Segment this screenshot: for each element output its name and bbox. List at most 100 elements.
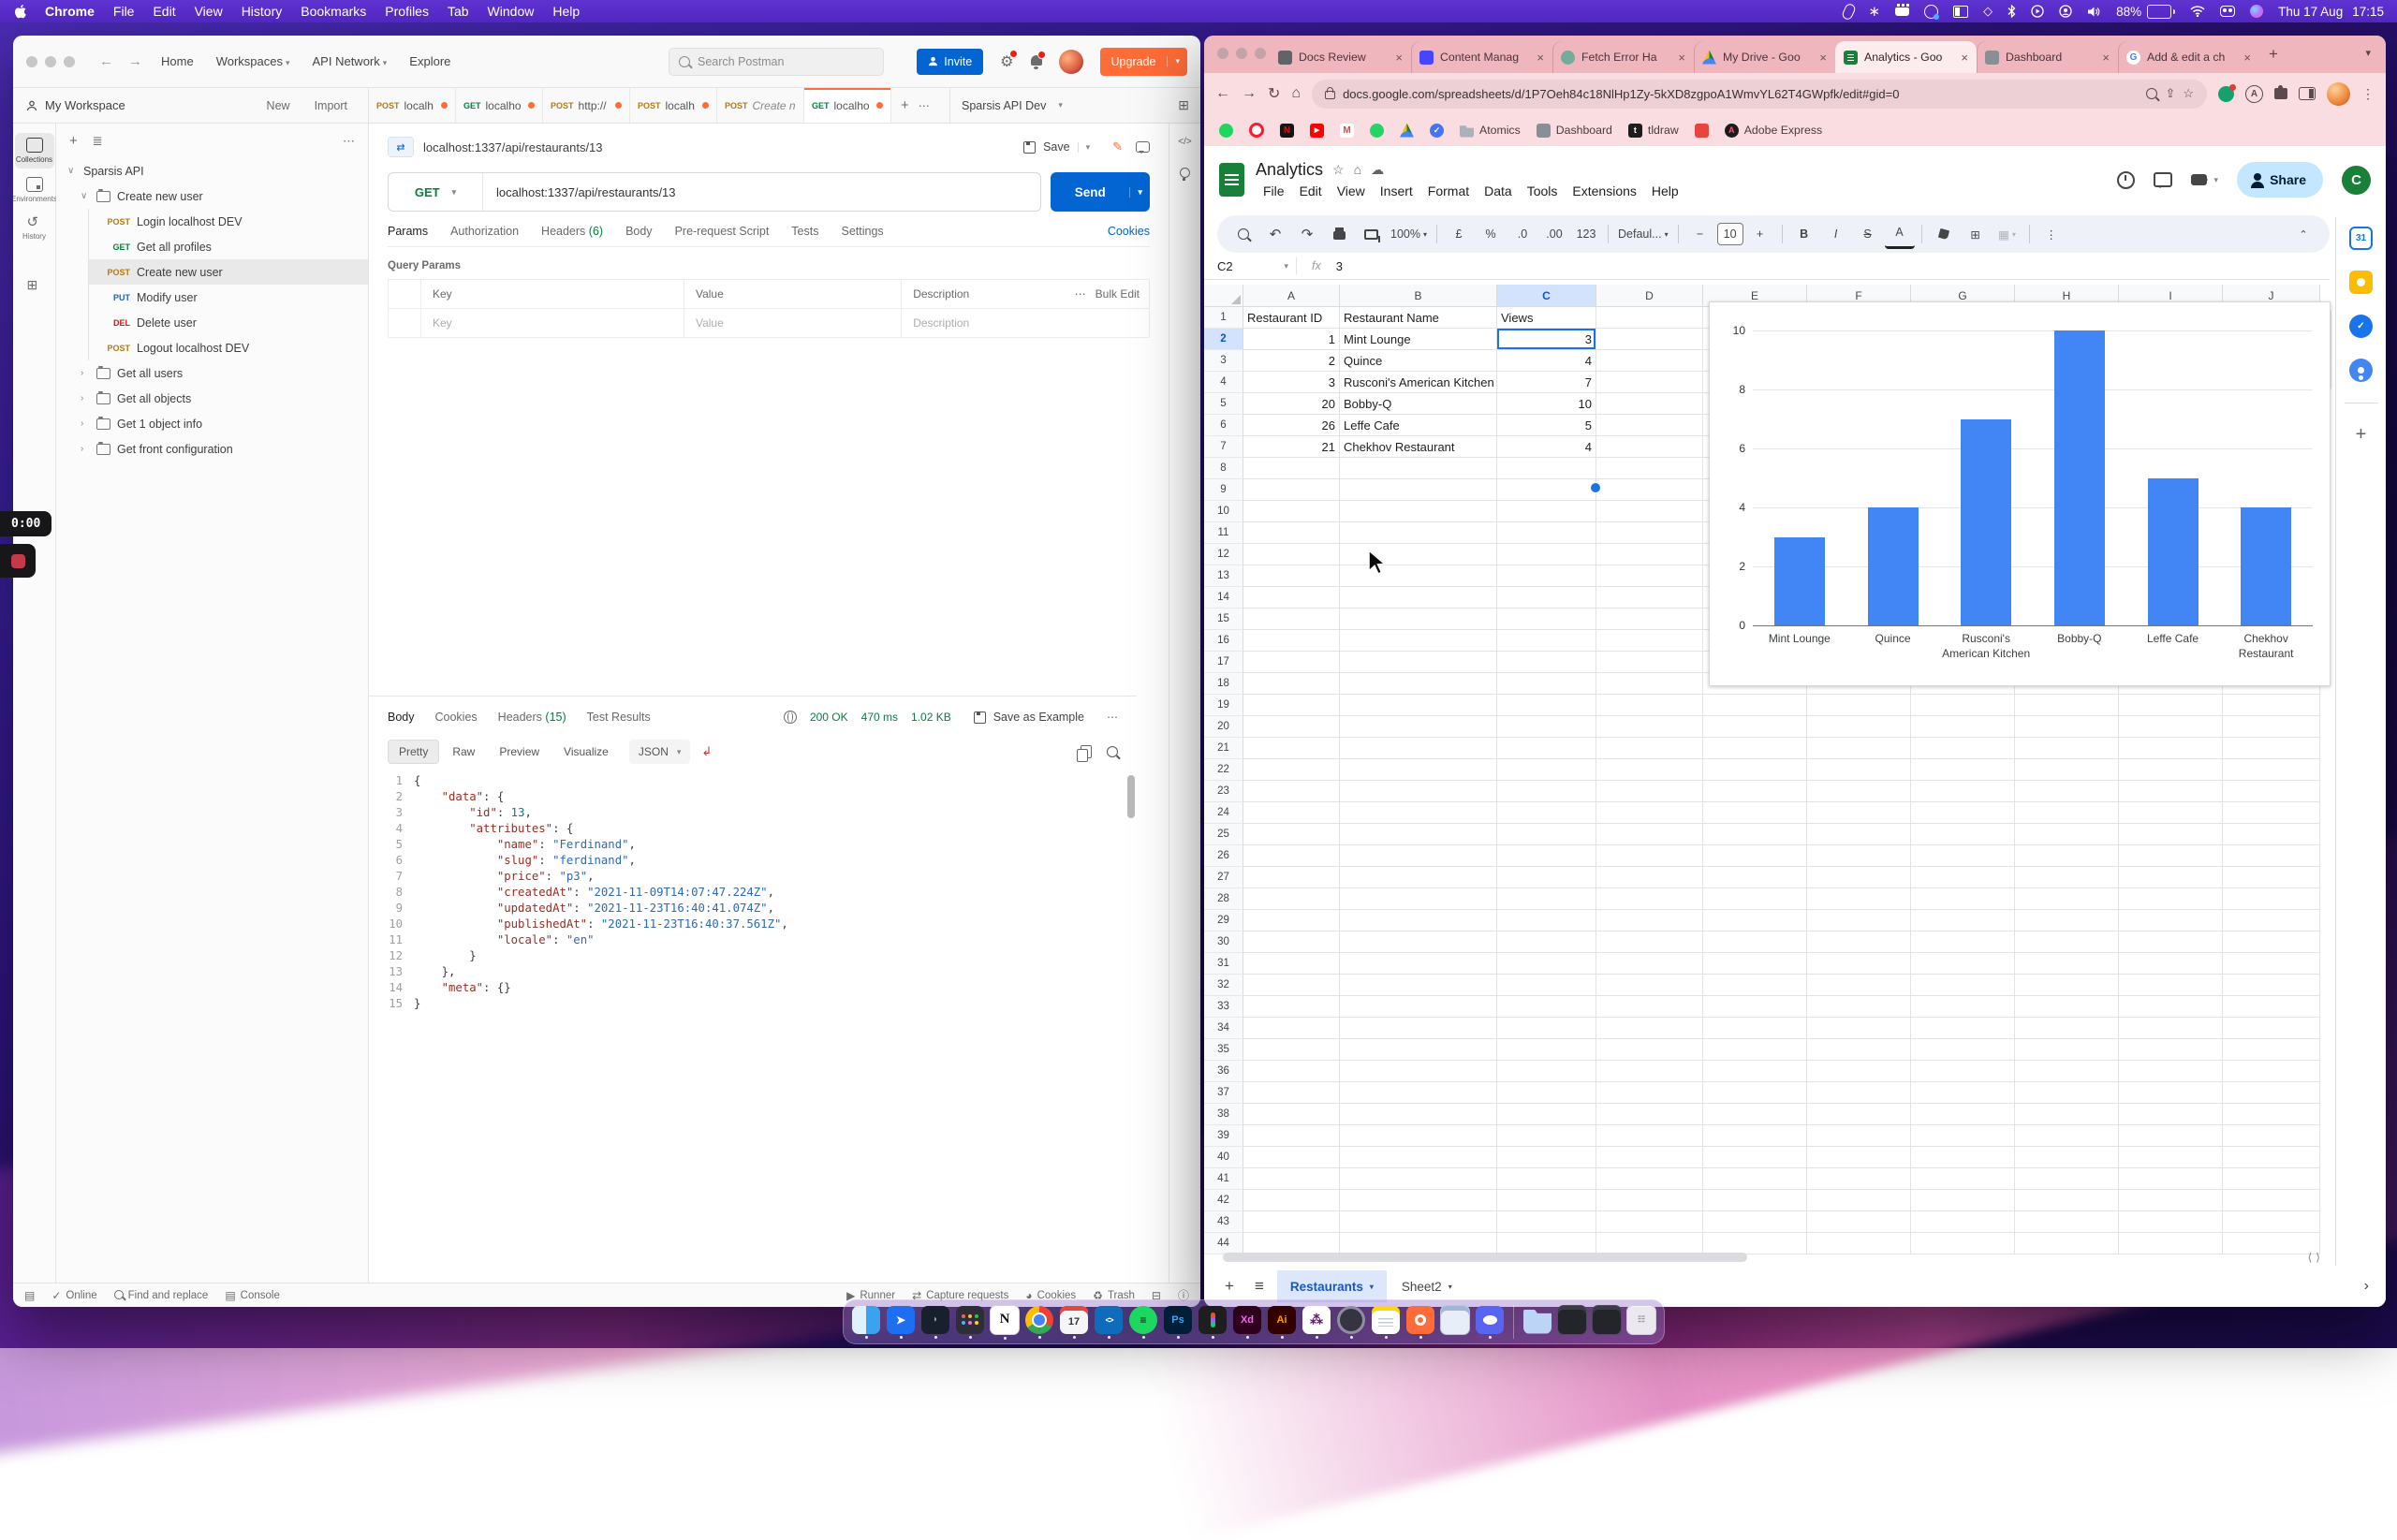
menubar-item-profiles[interactable]: Profiles [375,2,438,21]
column-header-D[interactable]: D [1596,285,1703,307]
sheet-tab-restaurants[interactable]: Restaurants▾ [1277,1270,1387,1302]
cell-E20[interactable] [1703,716,1807,738]
cell-I38[interactable] [2119,1104,2223,1125]
response-tab-headers-15[interactable]: Headers (15) [498,711,566,724]
bar-bobby-q[interactable] [2054,330,2105,625]
row-header-40[interactable]: 40 [1204,1147,1243,1168]
cell-A2[interactable]: 1 [1243,329,1340,350]
cell-A19[interactable] [1243,695,1340,716]
window-controls[interactable] [1217,48,1266,59]
cell-C35[interactable] [1497,1039,1596,1061]
cell-D37[interactable] [1596,1082,1703,1104]
dock-item-photoshop[interactable] [1163,1306,1193,1339]
row-header-2[interactable]: 2 [1204,329,1243,350]
cell-I34[interactable] [2119,1018,2223,1039]
param-options-icon[interactable]: ⋯ [1075,287,1086,301]
cell-I42[interactable] [2119,1190,2223,1211]
dock-item-downloads[interactable] [1522,1306,1552,1339]
cell-H31[interactable] [2015,953,2119,975]
menu-file[interactable]: File [1256,182,1292,200]
save-as-example-button[interactable]: Save as Example [964,706,1094,728]
cell-C27[interactable] [1497,867,1596,888]
asterisk-status-icon[interactable]: ∗ [1869,4,1881,19]
cell-A38[interactable] [1243,1104,1340,1125]
cell-G35[interactable] [1911,1039,2015,1061]
cell-G43[interactable] [1911,1211,2015,1233]
cell-A41[interactable] [1243,1168,1340,1190]
cell-C18[interactable] [1497,673,1596,695]
cell-F34[interactable] [1807,1018,1911,1039]
cell-I26[interactable] [2119,845,2223,867]
cell-C7[interactable]: 4 [1497,436,1596,458]
format-percent-button[interactable]: % [1476,221,1506,247]
cell-D19[interactable] [1596,695,1703,716]
cell-D4[interactable] [1596,372,1703,393]
row-header-33[interactable]: 33 [1204,996,1243,1018]
cell-A29[interactable] [1243,910,1340,931]
cell-C19[interactable] [1497,695,1596,716]
browser-tab-add-edit-a-ch[interactable]: Add & edit a ch × [2118,41,2259,73]
cell-J21[interactable] [2223,738,2320,759]
cell-I33[interactable] [2119,996,2223,1018]
cell-E29[interactable] [1703,910,1807,931]
folder-get-front-configuration[interactable]: › Get front configuration [56,436,368,462]
cell-J40[interactable] [2223,1147,2320,1168]
cell-A28[interactable] [1243,888,1340,910]
cell-J33[interactable] [2223,996,2320,1018]
cell-A7[interactable]: 21 [1243,436,1340,458]
cell-D33[interactable] [1596,996,1703,1018]
name-box[interactable]: C2▾ [1217,259,1296,273]
siri-icon[interactable] [2250,5,2263,18]
cell-D29[interactable] [1596,910,1703,931]
cell-I25[interactable] [2119,824,2223,845]
grammarly-extension-icon[interactable] [2218,86,2234,102]
cell-G25[interactable] [1911,824,2015,845]
settings-gear-icon[interactable]: ⚙ [1000,52,1013,71]
menubar-item-help[interactable]: Help [543,2,589,21]
cell-E35[interactable] [1703,1039,1807,1061]
edit-pencil-icon[interactable]: ✎ [1112,139,1123,154]
cell-C24[interactable] [1497,802,1596,824]
cell-H30[interactable] [2015,931,2119,953]
cell-E42[interactable] [1703,1190,1807,1211]
cell-D21[interactable] [1596,738,1703,759]
cell-G23[interactable] [1911,781,2015,802]
bookmark-red-app[interactable] [1695,124,1709,138]
cell-F23[interactable] [1807,781,1911,802]
cell-H41[interactable] [2015,1168,2119,1190]
cell-A8[interactable] [1243,458,1340,479]
row-header-16[interactable]: 16 [1204,630,1243,652]
close-tab-icon[interactable]: × [2102,51,2110,65]
home-icon[interactable]: ⌂ [1291,85,1301,102]
cell-B2[interactable]: Mint Lounge [1340,329,1497,350]
browser-tab-docs-review[interactable]: Docs Review × [1270,41,1411,73]
cell-B13[interactable] [1340,565,1497,587]
menubar-item-window[interactable]: Window [478,2,544,21]
extensions-puzzle-icon[interactable] [2274,88,2287,99]
new-button[interactable]: New [259,95,298,116]
cell-G34[interactable] [1911,1018,2015,1039]
cell-A35[interactable] [1243,1039,1340,1061]
cell-D11[interactable] [1596,522,1703,544]
merge-cells-button[interactable]: ▦▾ [1993,221,2022,247]
tasks-icon[interactable] [2349,315,2373,338]
cell-A25[interactable] [1243,824,1340,845]
cell-E43[interactable] [1703,1211,1807,1233]
row-header-36[interactable]: 36 [1204,1061,1243,1082]
cell-D3[interactable] [1596,350,1703,372]
fill-color-button[interactable] [1929,221,1959,247]
row-header-8[interactable]: 8 [1204,458,1243,479]
row-header-42[interactable]: 42 [1204,1190,1243,1211]
dock-item-window-2[interactable] [1592,1305,1622,1340]
bookmark-spotify[interactable] [1219,124,1233,138]
cell-A27[interactable] [1243,867,1340,888]
row-header-12[interactable]: 12 [1204,544,1243,565]
add-addon-icon[interactable]: + [2356,424,2367,446]
cell-C4[interactable]: 7 [1497,372,1596,393]
cell-F36[interactable] [1807,1061,1911,1082]
menu-tools[interactable]: Tools [1520,182,1566,200]
text-color-button[interactable]: A [1885,220,1915,249]
cell-I21[interactable] [2119,738,2223,759]
upgrade-button[interactable]: Upgrade▾ [1100,48,1187,76]
cell-H44[interactable] [2015,1233,2119,1254]
